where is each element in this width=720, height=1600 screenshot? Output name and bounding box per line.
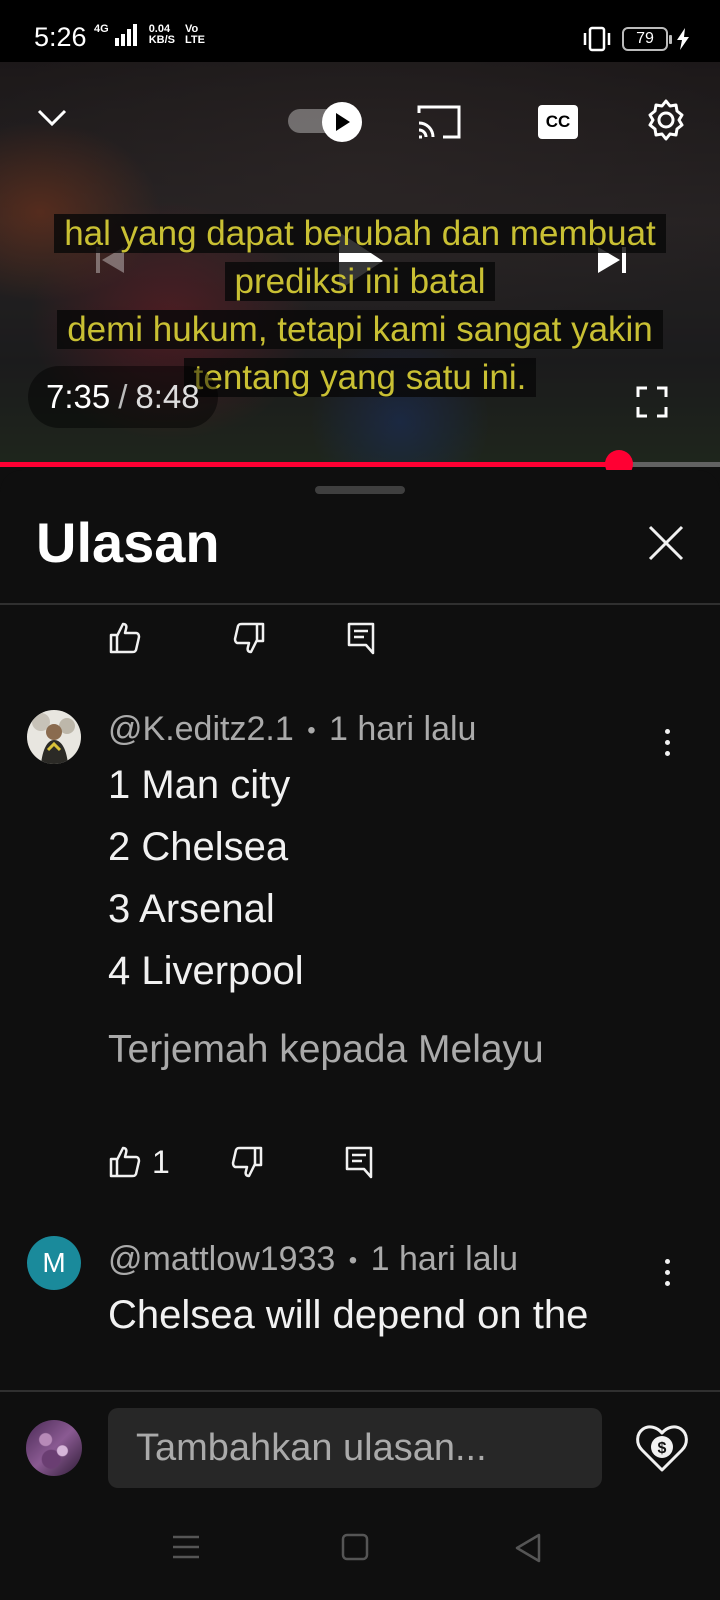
comment-line: 2 Chelsea	[108, 825, 289, 869]
comment-line: Chelsea will depend on the	[108, 1293, 589, 1337]
comment-author[interactable]: @mattlow1933	[108, 1240, 335, 1278]
caption-line: prediksi ini batal	[224, 262, 496, 301]
thumbs-up-icon	[109, 1146, 141, 1178]
comment-actions	[108, 618, 376, 658]
seek-bar[interactable]	[0, 450, 720, 478]
recents-button[interactable]	[170, 1532, 210, 1572]
meta-dot: •	[348, 1247, 358, 1275]
signal-icon	[114, 24, 137, 46]
captions-button[interactable]: CC	[536, 100, 580, 144]
like-button[interactable]: 1	[108, 1142, 170, 1182]
chevron-down-icon	[37, 109, 67, 127]
gear-icon	[648, 99, 684, 141]
seek-bar-played	[0, 462, 620, 467]
comment-menu-button[interactable]	[652, 1252, 682, 1292]
drag-handle[interactable]	[315, 486, 405, 494]
comment-text: Chelsea will depend on the	[108, 1284, 588, 1346]
cast-button[interactable]	[414, 98, 464, 144]
autoplay-toggle[interactable]	[288, 102, 368, 142]
fullscreen-button[interactable]	[630, 380, 674, 424]
home-button[interactable]	[340, 1532, 380, 1572]
time-separator: /	[118, 378, 128, 415]
divider	[0, 603, 720, 605]
video-player[interactable]: CC hal yang dapat berubah dan membuat pr…	[0, 62, 720, 462]
back-button[interactable]	[512, 1532, 552, 1572]
fullscreen-icon	[636, 386, 668, 418]
close-button[interactable]	[645, 522, 687, 564]
comment-time: 1 hari lalu	[329, 710, 477, 748]
comment-author[interactable]: @K.editz2.1	[108, 710, 294, 748]
network-type: 4G	[94, 23, 109, 35]
comment-meta: @mattlow1933 • 1 hari lalu	[108, 1240, 518, 1279]
meta-dot: •	[307, 717, 316, 745]
comment-line: 1 Man city	[108, 763, 291, 807]
comment-actions: 1	[108, 1142, 374, 1182]
reply-button[interactable]	[344, 1142, 374, 1182]
comment-time: 1 hari lalu	[370, 1240, 519, 1278]
translate-link[interactable]: Terjemah kepada Melayu	[108, 1028, 544, 1072]
caption-line: demi hukum, tetapi kami sangat yakin	[57, 310, 663, 349]
svg-text:$: $	[658, 1440, 667, 1457]
cast-icon	[417, 105, 461, 139]
avatar-letter: M	[42, 1247, 66, 1278]
user-avatar[interactable]	[26, 1420, 82, 1476]
avatar[interactable]: M	[27, 1236, 81, 1290]
network-indicator: 4G 0.04 KB/S Vo LTE	[94, 24, 205, 46]
settings-button[interactable]	[642, 96, 690, 144]
avatar[interactable]	[27, 710, 81, 764]
triangle-back-icon	[515, 1533, 541, 1563]
data-unit: KB/S	[148, 34, 175, 46]
comment-input-bar: Tambahkan ulasan... $	[0, 1390, 720, 1510]
like-count: 1	[152, 1143, 170, 1180]
menu-icon	[173, 1535, 199, 1559]
play-icon	[336, 113, 350, 131]
comment-line: 4 Liverpool	[108, 949, 304, 993]
reply-icon	[345, 1146, 373, 1179]
comment-meta: @K.editz2.1 • 1 hari lalu	[108, 710, 476, 749]
reply-icon	[347, 622, 375, 655]
status-time: 5:26	[34, 22, 87, 52]
comment-input[interactable]: Tambahkan ulasan...	[108, 1408, 602, 1488]
thumbs-down-icon	[233, 622, 265, 654]
vibrate-icon	[583, 26, 611, 52]
heart-dollar-icon: $	[636, 1425, 688, 1472]
comment-text: 1 Man city 2 Chelsea 3 Arsenal 4 Liverpo…	[108, 754, 304, 1002]
time-display[interactable]: 7:35 / 8:48	[28, 366, 218, 428]
thumbs-down-icon	[231, 1146, 263, 1178]
super-thanks-button[interactable]: $	[634, 1420, 690, 1476]
lte-label: LTE	[184, 34, 205, 46]
panel-title: Ulasan	[36, 511, 220, 574]
square-icon	[341, 1533, 369, 1561]
duration: 8:48	[135, 378, 200, 415]
avatar-image	[27, 710, 81, 764]
dislike-button[interactable]	[232, 618, 266, 658]
system-nav-bar	[0, 1510, 720, 1600]
minimize-button[interactable]	[32, 98, 72, 138]
status-bar: 5:26 4G 0.04 KB/S Vo LTE 79	[0, 0, 720, 62]
dislike-button[interactable]	[230, 1142, 264, 1182]
charging-icon	[677, 28, 689, 50]
thumbs-up-icon	[109, 622, 141, 654]
cc-icon: CC	[538, 105, 578, 139]
comment-line: 3 Arsenal	[108, 887, 275, 931]
like-button[interactable]	[108, 618, 142, 658]
caption-line: tentang yang satu ini.	[183, 358, 537, 397]
caption-line: hal yang dapat berubah dan membuat	[54, 214, 666, 253]
comment-menu-button[interactable]	[652, 722, 682, 762]
battery-indicator: 79	[622, 27, 672, 51]
reply-button[interactable]	[346, 618, 376, 658]
close-icon	[648, 525, 684, 561]
current-time: 7:35	[46, 378, 111, 415]
